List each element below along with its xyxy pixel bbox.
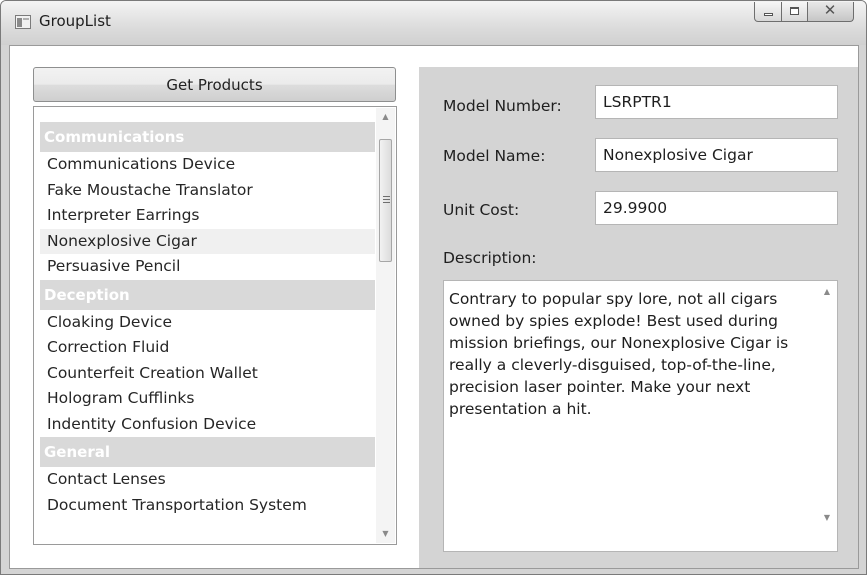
list-item[interactable]: Cloaking Device <box>40 310 375 336</box>
maximize-button[interactable] <box>782 2 808 22</box>
list-item-selected[interactable]: Nonexplosive Cigar <box>40 228 375 254</box>
window-title: GroupList <box>39 12 111 30</box>
model-number-field[interactable]: LSRPTR1 <box>595 85 838 119</box>
minimize-button[interactable] <box>754 2 782 22</box>
list-item[interactable]: Document Transportation System <box>40 493 375 519</box>
thumb-grip-line <box>383 202 390 203</box>
thumb-grip-line <box>383 196 390 197</box>
title-bar[interactable]: GroupList ✕ <box>1 1 866 45</box>
caption-buttons: ✕ <box>754 1 854 22</box>
product-list-content: Communications Communications Device Fak… <box>40 122 375 518</box>
model-number-label: Model Number: <box>443 97 562 115</box>
description-scrollbar[interactable]: ▲ ▼ <box>817 281 837 551</box>
description-textarea[interactable]: Contrary to popular spy lore, not all ci… <box>443 280 838 552</box>
close-icon: ✕ <box>823 1 837 19</box>
list-item[interactable]: Hologram Cufflinks <box>40 386 375 412</box>
list-item[interactable]: Correction Fluid <box>40 335 375 361</box>
desc-scroll-up-arrow-icon[interactable]: ▲ <box>817 283 837 301</box>
list-item[interactable]: Contact Lenses <box>40 467 375 493</box>
scroll-thumb[interactable] <box>379 139 392 262</box>
list-item[interactable]: Counterfeit Creation Wallet <box>40 361 375 387</box>
product-details-panel: Model Number: LSRPTR1 Model Name: Nonexp… <box>419 67 858 568</box>
list-vertical-scrollbar[interactable]: ▲ ▼ <box>376 108 395 543</box>
group-header-deception: Deception <box>40 279 375 310</box>
description-label: Description: <box>443 249 537 267</box>
main-window: GroupList ✕ Get Products Communications … <box>0 0 867 575</box>
list-item[interactable]: Persuasive Pencil <box>40 254 375 280</box>
group-header-general: General <box>40 437 375 467</box>
close-button[interactable]: ✕ <box>808 1 854 22</box>
scroll-down-arrow-icon[interactable]: ▼ <box>376 525 395 543</box>
model-name-label: Model Name: <box>443 147 546 165</box>
description-text: Contrary to popular spy lore, not all ci… <box>449 290 789 418</box>
model-name-field[interactable]: Nonexplosive Cigar <box>595 138 838 172</box>
unit-cost-field[interactable]: 29.9900 <box>595 191 838 225</box>
product-listbox[interactable]: Communications Communications Device Fak… <box>33 106 397 545</box>
list-item[interactable]: Indentity Confusion Device <box>40 412 375 438</box>
list-item[interactable]: Interpreter Earrings <box>40 203 375 229</box>
list-item[interactable]: Fake Moustache Translator <box>40 178 375 204</box>
window-app-icon[interactable] <box>15 15 31 29</box>
scroll-up-arrow-icon[interactable]: ▲ <box>376 108 395 126</box>
desc-scroll-down-arrow-icon[interactable]: ▼ <box>817 509 837 527</box>
list-item[interactable]: Communications Device <box>40 152 375 178</box>
unit-cost-label: Unit Cost: <box>443 201 520 219</box>
thumb-grip-line <box>383 199 390 200</box>
group-header-communications: Communications <box>40 122 375 152</box>
client-area: Get Products Communications Communicatio… <box>9 45 859 569</box>
get-products-button[interactable]: Get Products <box>33 67 396 102</box>
